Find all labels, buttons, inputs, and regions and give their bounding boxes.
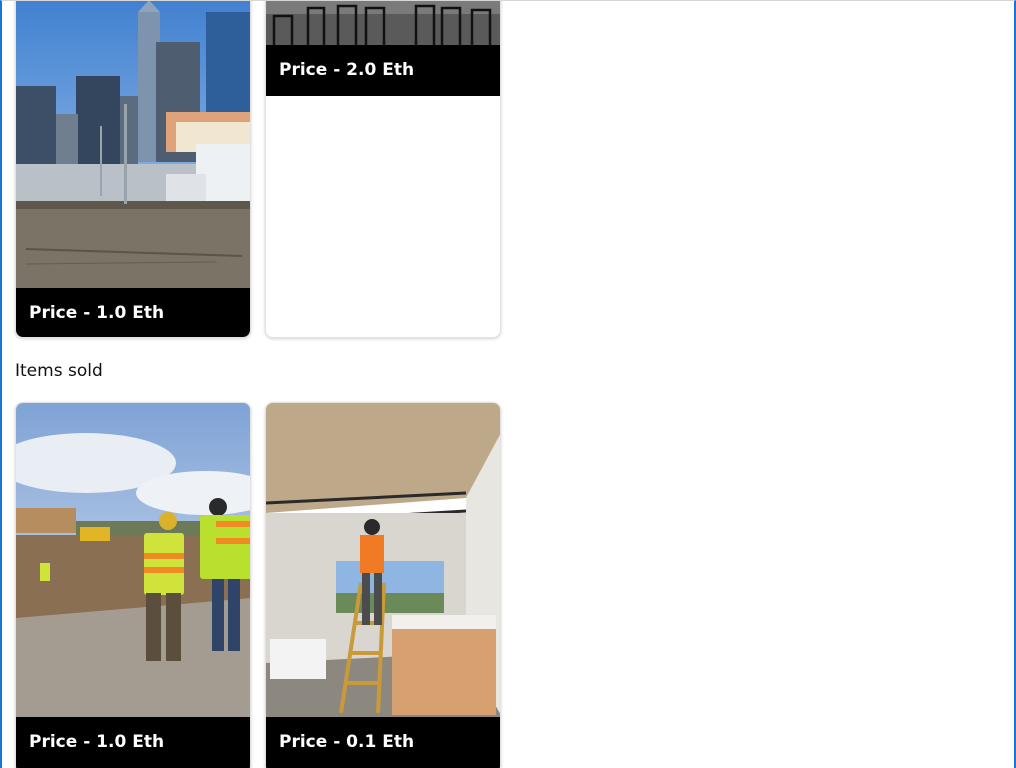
- city-skyline-photo: [16, 1, 250, 288]
- price-label: Price - 1.0 Eth: [16, 717, 250, 768]
- nft-card[interactable]: Price - 1.0 Eth: [15, 1, 251, 338]
- nft-marketplace-page: Price - 1.0 Eth Price - 2.0 Eth Items so: [0, 0, 1016, 768]
- price-label: Price - 2.0 Eth: [266, 45, 500, 96]
- items-sold-heading: Items sold: [15, 361, 103, 381]
- price-label: Price - 1.0 Eth: [16, 288, 250, 337]
- chairs-photo: [266, 1, 500, 45]
- construction-site-photo: [16, 403, 250, 717]
- nft-card[interactable]: Price - 1.0 Eth: [15, 402, 251, 768]
- nft-card[interactable]: Price - 0.1 Eth: [265, 402, 501, 768]
- nft-card[interactable]: Price - 2.0 Eth: [265, 1, 501, 338]
- interior-construction-photo: [266, 403, 500, 717]
- price-label: Price - 0.1 Eth: [266, 717, 500, 768]
